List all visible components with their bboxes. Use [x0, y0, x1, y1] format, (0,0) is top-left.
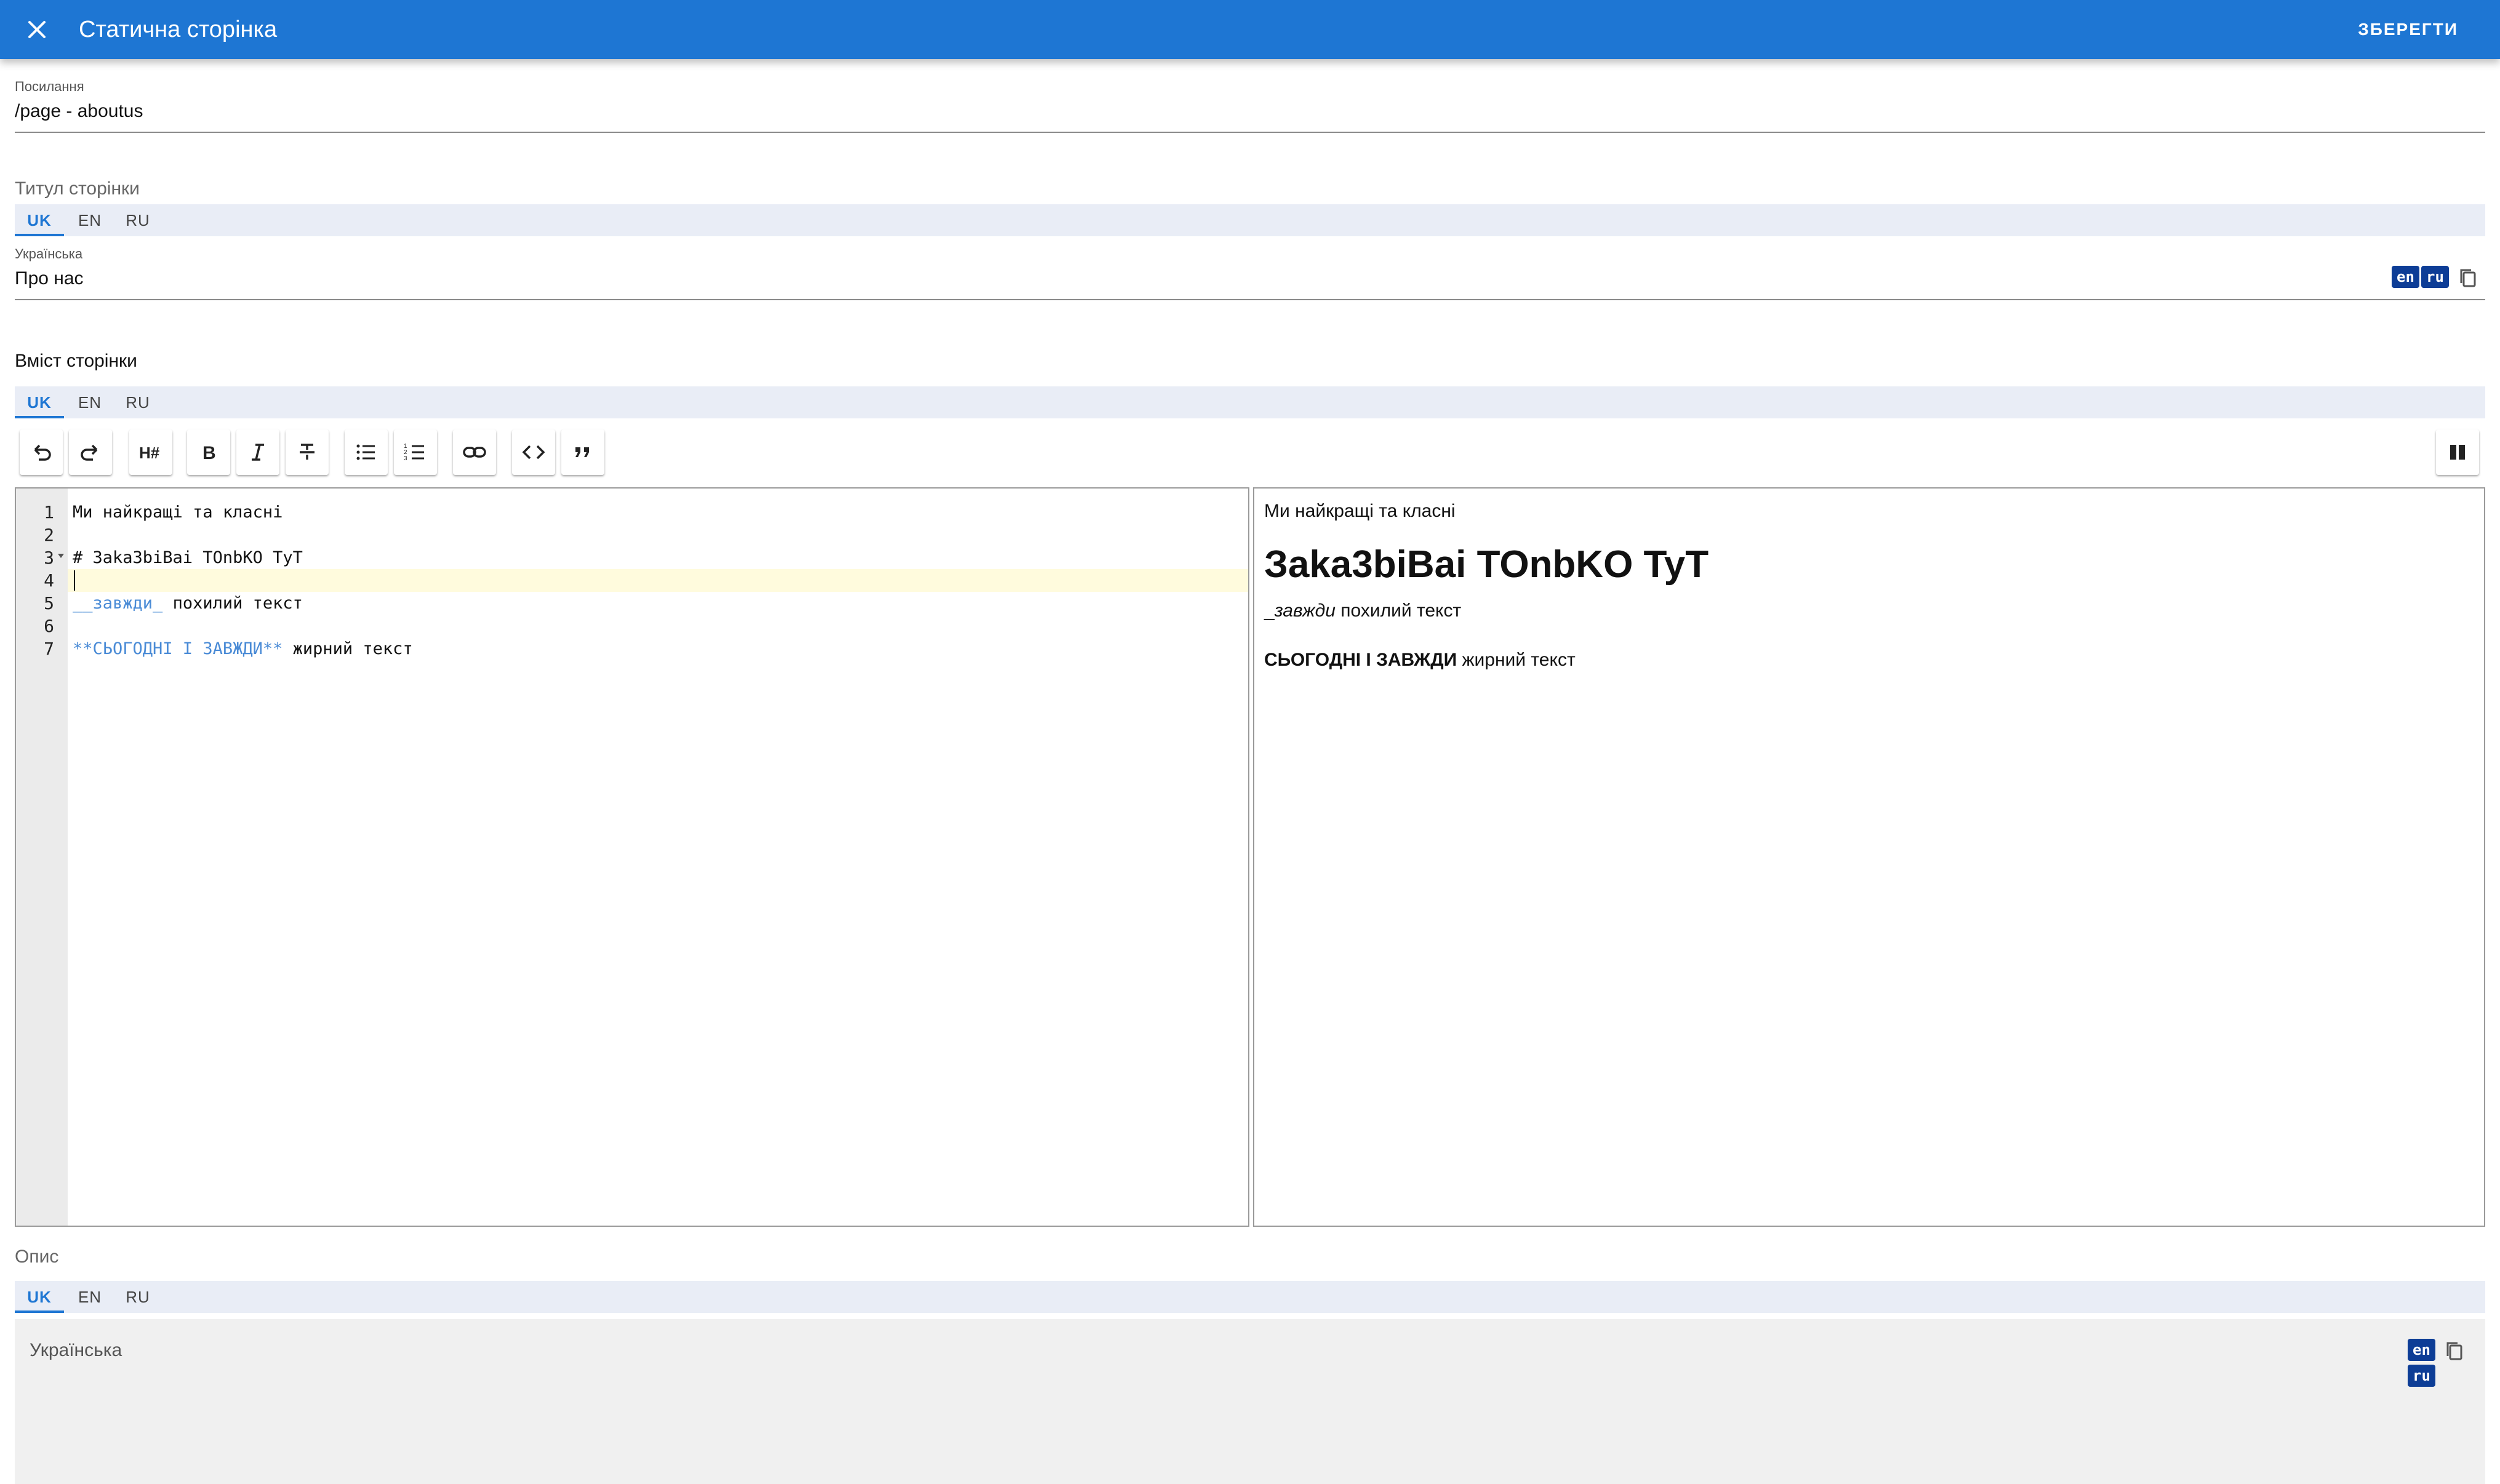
line-number-gutter: 1 2 3 4 5 6 7 [16, 489, 68, 1226]
line-number: 1 [44, 502, 54, 522]
code-line: Ми найкращі та класні [73, 503, 283, 522]
preview-paragraph: СЬОГОДНІ І ЗАВЖДИ жирний текст [1264, 650, 1576, 671]
link-input[interactable]: /page - aboutus [15, 101, 143, 122]
bulleted-list-icon [356, 444, 375, 460]
heading-icon: H# [139, 444, 160, 462]
numbered-list-button[interactable]: 123 [394, 429, 437, 475]
side-by-side-button[interactable] [2436, 429, 2479, 475]
preview-italic: завжди [1274, 600, 1336, 621]
redo-icon [81, 444, 98, 461]
content-lang-tabs: UK EN RU [15, 386, 2485, 418]
copy-icon[interactable] [2456, 266, 2480, 290]
tab-content-uk[interactable]: UK [15, 386, 64, 418]
numbered-list-icon: 123 [404, 443, 424, 462]
line-number: 7 [44, 639, 54, 659]
preview-paragraph: Ми найкращі та класні [1264, 501, 1456, 521]
preview-text: _ [1264, 600, 1275, 621]
side-by-side-icon [2450, 445, 2465, 460]
translate-ru-chip[interactable]: ru [2421, 266, 2449, 288]
tab-title-en[interactable]: EN [69, 204, 111, 236]
preview-text: жирний текст [1457, 650, 1576, 670]
title-input[interactable]: Про нас [15, 268, 84, 289]
code-line: # Зaka3biBai TOnbKO TyT [73, 548, 303, 567]
page-title: Статична сторінка [79, 17, 278, 42]
tab-content-ru[interactable]: RU [117, 386, 159, 418]
title-input-underline [15, 299, 2485, 300]
markdown-preview: Ми найкращі та класні Зaka3biBai TOnbKO … [1253, 487, 2485, 1227]
tab-description-en[interactable]: EN [69, 1281, 111, 1313]
preview-paragraph: _завжди похилий текст [1264, 600, 1461, 621]
heading-button[interactable]: H# [129, 429, 172, 475]
redo-button[interactable] [69, 429, 112, 475]
bulleted-list-button[interactable] [345, 429, 388, 475]
code-text: похилий текст [162, 594, 303, 613]
svg-text:B: B [202, 443, 216, 463]
preview-text: похилий текст [1335, 600, 1462, 621]
code-line: __завжди_ похилий текст [73, 592, 303, 615]
md-bold-syntax: **СЬОГОДНІ І ЗАВЖДИ** [73, 639, 283, 658]
line-number: 3 [44, 548, 54, 568]
fold-arrow-icon[interactable] [58, 554, 64, 558]
undo-button[interactable] [20, 429, 63, 475]
tab-title-ru[interactable]: RU [117, 204, 159, 236]
preview-bold: СЬОГОДНІ І ЗАВЖДИ [1264, 650, 1457, 670]
translate-en-chip[interactable]: en [2408, 1339, 2435, 1361]
description-textarea[interactable]: Українська en ru [15, 1319, 2485, 1484]
undo-icon [34, 444, 51, 461]
italic-icon [252, 444, 264, 461]
tab-title-uk[interactable]: UK [15, 204, 64, 236]
link-icon [463, 447, 486, 458]
description-lang-tabs: UK EN RU [15, 1281, 2485, 1313]
strikethrough-button[interactable] [286, 429, 329, 475]
line-number: 4 [44, 570, 54, 591]
strikethrough-icon [300, 444, 315, 460]
bold-button[interactable]: B [187, 429, 230, 475]
link-input-underline [15, 132, 2485, 133]
code-button[interactable] [512, 429, 555, 475]
close-icon[interactable] [22, 15, 52, 44]
link-button[interactable] [453, 429, 496, 475]
line-number: 5 [44, 593, 54, 613]
description-field-label: Українська [30, 1340, 122, 1360]
active-line-highlight [68, 569, 1248, 592]
code-text: жирний текст [282, 639, 413, 658]
preview-heading: Зaka3biBai TOnbKO TyT [1264, 543, 1709, 586]
title-lang-tabs: UK EN RU [15, 204, 2485, 236]
description-section-label: Опис [15, 1247, 59, 1267]
copy-icon[interactable] [2442, 1339, 2467, 1363]
translate-ru-chip[interactable]: ru [2408, 1365, 2435, 1387]
line-number: 6 [44, 616, 54, 636]
link-field-label: Посилання [15, 79, 84, 94]
title-field-label: Українська [15, 246, 83, 261]
line-number: 2 [44, 525, 54, 545]
content-section-label: Вміст сторінки [15, 351, 137, 371]
tab-description-ru[interactable]: RU [117, 1281, 159, 1313]
code-line: **СЬОГОДНІ І ЗАВЖДИ** жирний текст [73, 637, 413, 660]
title-section-label: Титул сторінки [15, 178, 140, 199]
translate-en-chip[interactable]: en [2392, 266, 2419, 288]
svg-text:H#: H# [139, 444, 160, 462]
tab-content-en[interactable]: EN [69, 386, 111, 418]
md-italic-syntax: __завжди_ [73, 594, 163, 613]
markdown-editor[interactable]: 1 2 3 4 5 6 7 Ми найкращі та класні # Зa… [15, 487, 1249, 1227]
italic-button[interactable] [236, 429, 279, 475]
code-icon [522, 445, 545, 460]
svg-text:3: 3 [404, 455, 407, 462]
bold-icon: B [202, 443, 216, 463]
save-button[interactable]: ЗБЕРЕГТИ [2358, 17, 2458, 42]
text-cursor [74, 570, 75, 591]
tab-description-uk[interactable]: UK [15, 1281, 64, 1313]
quote-icon [575, 447, 589, 457]
quote-button[interactable] [561, 429, 604, 475]
app-bar: Статична сторінка ЗБЕРЕГТИ [0, 0, 2500, 59]
